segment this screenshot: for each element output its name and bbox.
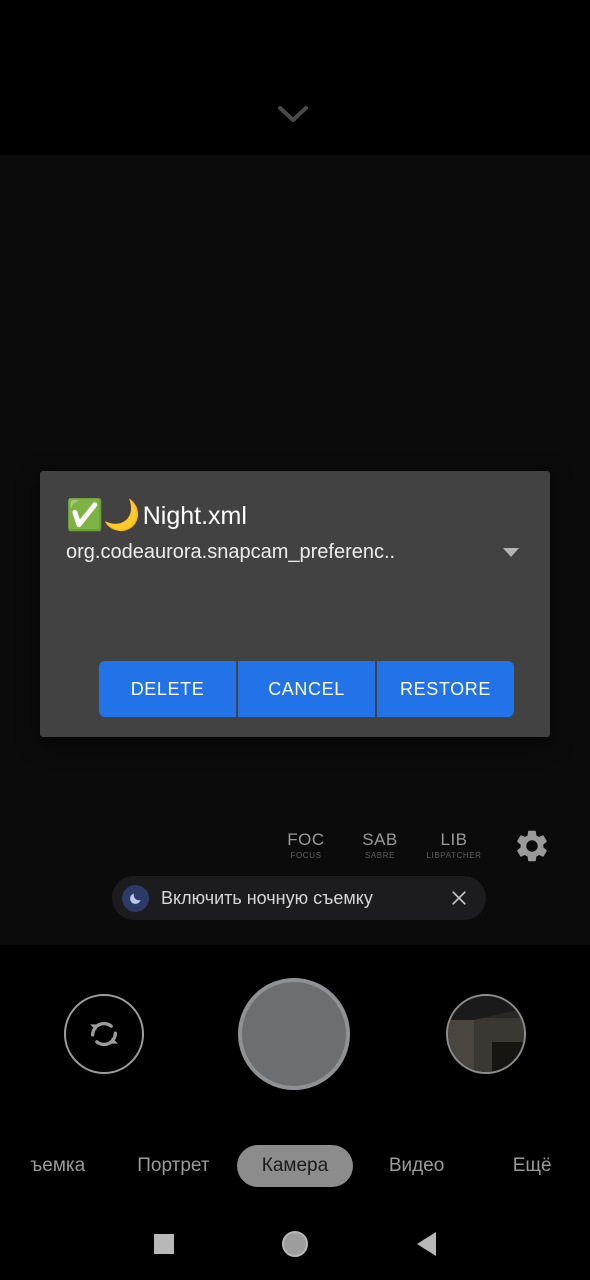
crescent-moon-icon: 🌙 — [103, 499, 141, 532]
chip-libpatcher-main: LIB — [440, 830, 468, 849]
switch-camera-icon[interactable] — [64, 994, 144, 1074]
cancel-button[interactable]: CANCEL — [238, 661, 375, 717]
gear-icon[interactable] — [510, 824, 554, 868]
restore-button[interactable]: RESTORE — [377, 661, 514, 717]
mode-item-camera[interactable]: Камера — [237, 1145, 353, 1187]
top-bar — [0, 0, 590, 155]
chip-libpatcher-sub: LIBPATCHER — [426, 851, 482, 860]
chip-libpatcher[interactable]: LIB LIBPATCHER — [426, 822, 482, 870]
android-nav-bar — [0, 1207, 590, 1280]
circle-home-icon[interactable] — [282, 1230, 309, 1257]
chevron-down-icon[interactable] — [273, 100, 313, 128]
mode-item-portrait[interactable]: Портрет — [116, 1145, 232, 1187]
shutter-button[interactable] — [238, 978, 350, 1090]
gallery-thumbnail[interactable] — [446, 994, 526, 1074]
close-icon[interactable] — [446, 885, 472, 911]
square-recents-icon[interactable] — [154, 1233, 175, 1254]
mode-selector: ъемка Портрет Камера Видео Ещё — [0, 1125, 590, 1207]
dialog-subtitle-row[interactable]: org.codeaurora.snapcam_preferenc.. — [66, 541, 524, 564]
delete-button[interactable]: DELETE — [99, 661, 236, 717]
camera-app-screen: FOC FOCUS SAB SABRE LIB LIBPATCHER Включ… — [0, 0, 590, 1280]
night-mode-toast[interactable]: Включить ночную съемку — [112, 876, 486, 920]
chip-sabre[interactable]: SAB SABRE — [354, 822, 406, 870]
chip-focus-sub: FOCUS — [290, 851, 322, 860]
triangle-back-icon[interactable] — [416, 1231, 436, 1256]
chevron-down-icon[interactable] — [500, 542, 522, 564]
chip-sabre-sub: SABRE — [364, 851, 396, 860]
patcher-chips-row: FOC FOCUS SAB SABRE LIB LIBPATCHER — [280, 820, 580, 872]
mode-item-video[interactable]: Видео — [359, 1145, 475, 1187]
dialog-title-row: ✅ 🌙 Night.xml — [66, 499, 524, 533]
mode-item-more[interactable]: Ещё — [474, 1145, 590, 1187]
moon-icon — [122, 884, 149, 912]
dialog-title: Night.xml — [142, 501, 247, 530]
dialog-button-row: DELETE CANCEL RESTORE — [99, 661, 514, 717]
dialog-header: ✅ 🌙 Night.xml org.codeaurora.snapcam_pre… — [40, 471, 550, 564]
checkbox-checked-icon[interactable]: ✅ — [66, 499, 103, 533]
dialog-package-name: org.codeaurora.snapcam_preferenc.. — [66, 541, 396, 563]
camera-controls-bar — [0, 945, 590, 1125]
chip-focus-main: FOC — [287, 830, 325, 849]
chip-focus[interactable]: FOC FOCUS — [280, 822, 332, 870]
backup-file-dialog: ✅ 🌙 Night.xml org.codeaurora.snapcam_pre… — [40, 471, 550, 737]
chip-sabre-main: SAB — [362, 830, 398, 849]
night-mode-toast-label: Включить ночную съемку — [161, 887, 373, 908]
mode-item-0[interactable]: ъемка — [0, 1145, 116, 1187]
